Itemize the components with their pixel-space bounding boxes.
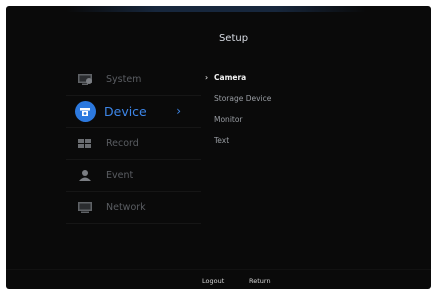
submenu-item-camera[interactable]: › Camera bbox=[205, 73, 271, 94]
device-submenu: › Camera Storage Device Monitor Text bbox=[205, 73, 271, 157]
setup-menu: System Device › Record Event Network bbox=[66, 64, 201, 224]
system-icon bbox=[74, 73, 96, 87]
network-icon bbox=[74, 201, 96, 215]
menu-item-network[interactable]: Network bbox=[66, 192, 201, 224]
submenu-item-label: Text bbox=[214, 136, 230, 145]
menu-item-label: Network bbox=[106, 202, 146, 213]
menu-item-label: Record bbox=[106, 138, 139, 149]
top-glow bbox=[66, 6, 366, 12]
submenu-item-text[interactable]: Text bbox=[214, 136, 271, 157]
menu-item-record[interactable]: Record bbox=[66, 128, 201, 160]
menu-item-label: Device bbox=[104, 104, 147, 119]
page-title: Setup bbox=[218, 33, 249, 44]
menu-item-event[interactable]: Event bbox=[66, 160, 201, 192]
chevron-right-icon: › bbox=[176, 104, 181, 118]
submenu-item-label: Storage Device bbox=[214, 94, 272, 103]
device-icon bbox=[74, 101, 96, 122]
record-icon bbox=[74, 137, 96, 151]
menu-item-label: Event bbox=[106, 170, 134, 181]
chevron-right-icon: › bbox=[205, 73, 209, 82]
return-button[interactable]: Return bbox=[249, 277, 271, 285]
logout-button[interactable]: Logout bbox=[202, 277, 224, 285]
submenu-item-label: Monitor bbox=[214, 115, 243, 124]
submenu-item-label: Camera bbox=[214, 73, 247, 82]
submenu-item-monitor[interactable]: Monitor bbox=[214, 115, 271, 136]
footer-divider bbox=[6, 269, 431, 270]
menu-item-device[interactable]: Device › bbox=[66, 96, 201, 128]
menu-item-system[interactable]: System bbox=[66, 64, 201, 96]
event-icon bbox=[74, 169, 96, 183]
submenu-item-storage-device[interactable]: Storage Device bbox=[214, 94, 271, 115]
menu-item-label: System bbox=[106, 74, 142, 85]
setup-screen: Setup System Device › Record Event Netwo… bbox=[6, 6, 431, 289]
